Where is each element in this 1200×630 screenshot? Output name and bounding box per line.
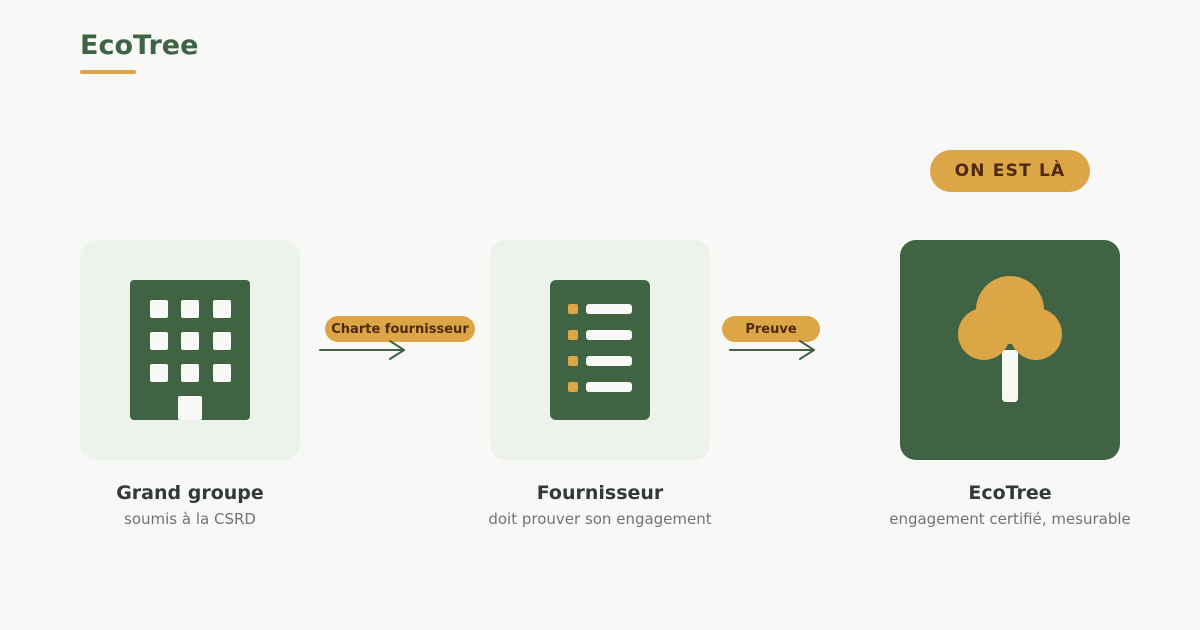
step-subtitle-fournisseur: doit prouver son engagement [488,510,712,528]
brand-title: EcoTree [80,30,199,61]
tree-icon [958,276,1062,402]
brand-underline [80,70,136,74]
step-title-grand-groupe: Grand groupe [116,482,264,504]
ecotree-tile [900,240,1120,460]
building-icon [130,280,250,420]
step-subtitle-ecotree: engagement certifié, mesurable [889,510,1131,528]
checklist-icon [550,280,650,420]
step-title-fournisseur: Fournisseur [536,482,664,504]
grand-groupe-tile [80,240,300,460]
on-est-la-badge: ON EST LÀ [930,150,1090,192]
step-subtitle-grand-groupe: soumis à la CSRD [124,510,256,528]
arrow-right-icon [729,340,815,360]
step-title-ecotree: EcoTree [968,482,1052,504]
fournisseur-tile [490,240,710,460]
arrow-right-icon [319,340,405,360]
